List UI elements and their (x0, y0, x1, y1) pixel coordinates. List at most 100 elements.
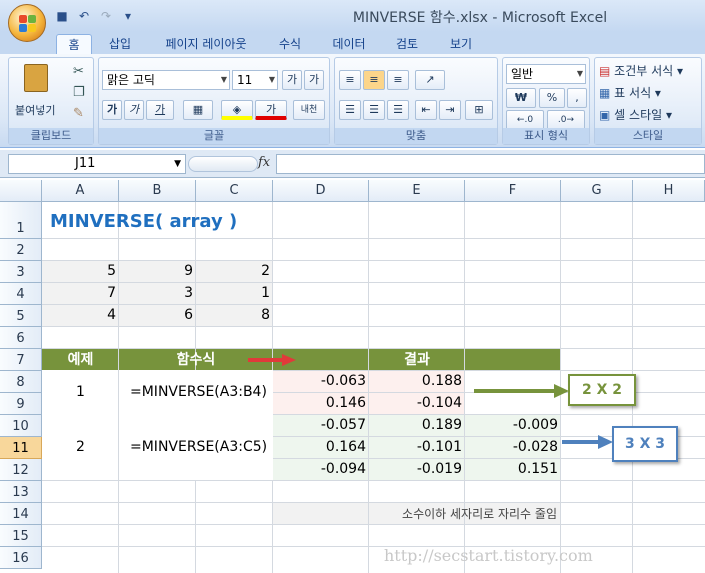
font-size-select[interactable]: 11 ▼ (232, 70, 278, 90)
decrease-indent-button[interactable]: ⇤ (415, 100, 437, 120)
cell-d9[interactable]: 0.146 (273, 392, 369, 414)
row-header-10[interactable]: 10 (0, 415, 42, 437)
cell-e9[interactable]: -0.104 (369, 392, 465, 414)
percent-button[interactable]: % (539, 88, 565, 108)
note-text[interactable]: 소수이하 세자리로 자리수 줄임 (273, 502, 557, 524)
cell-f11[interactable]: -0.028 (465, 436, 561, 458)
align-center-button[interactable]: ☰ (363, 100, 385, 120)
save-icon[interactable]: ■ (54, 8, 70, 24)
column-header-h[interactable]: H (633, 180, 705, 202)
header-result[interactable]: 결과 (273, 348, 561, 370)
row-header-15[interactable]: 15 (0, 525, 42, 547)
row-header-13[interactable]: 13 (0, 481, 42, 503)
cell-b3[interactable]: 9 (119, 260, 196, 282)
row-header-5[interactable]: 5 (0, 305, 42, 327)
paste-button[interactable]: 붙여넣기 (15, 62, 57, 120)
column-header-f[interactable]: F (465, 180, 561, 202)
increase-decimal-button[interactable]: ←.0 (506, 110, 544, 130)
format-as-table-button[interactable]: ▦ 표 서식 ▾ (599, 84, 699, 102)
row-header-14[interactable]: 14 (0, 503, 42, 525)
sheet-title[interactable]: MINVERSE( array ) (50, 204, 237, 238)
comma-button[interactable]: , (567, 88, 587, 108)
align-left-button[interactable]: ☰ (339, 100, 361, 120)
cell-d11[interactable]: 0.164 (273, 436, 369, 458)
copy-icon[interactable]: ❐ (73, 85, 85, 100)
tab-home[interactable]: 홈 (56, 34, 92, 54)
cut-icon[interactable]: ✂ (73, 64, 84, 79)
font-color-button[interactable]: 가 (255, 100, 287, 120)
formula-input[interactable] (276, 154, 705, 174)
column-header-a[interactable]: A (42, 180, 119, 202)
cell-a4[interactable]: 7 (42, 282, 119, 304)
merge-center-button[interactable]: ⊞ (465, 100, 493, 120)
cell-d10[interactable]: -0.057 (273, 414, 369, 436)
cell-c5[interactable]: 8 (196, 304, 273, 326)
row-header-2[interactable]: 2 (0, 239, 42, 261)
cell-f10[interactable]: -0.009 (465, 414, 561, 436)
cell-b4[interactable]: 3 (119, 282, 196, 304)
column-header-c[interactable]: C (196, 180, 273, 202)
cell-d12[interactable]: -0.094 (273, 458, 369, 480)
conditional-format-button[interactable]: ▤ 조건부 서식 ▾ (599, 62, 699, 80)
cell-c3[interactable]: 2 (196, 260, 273, 282)
font-name-select[interactable]: 맑은 고딕 ▼ (102, 70, 230, 90)
example2-number[interactable]: 2 (42, 414, 119, 480)
border-button[interactable]: ▦ (183, 100, 213, 120)
cell-styles-button[interactable]: ▣ 셀 스타일 ▾ (599, 106, 699, 124)
select-all-corner[interactable] (0, 180, 42, 202)
customize-toolbar-icon[interactable]: ▾ (120, 8, 136, 24)
row-header-9[interactable]: 9 (0, 393, 42, 415)
column-header-d[interactable]: D (273, 180, 369, 202)
format-painter-icon[interactable]: ✎ (73, 106, 84, 121)
name-box[interactable]: J11 ▼ (8, 154, 186, 174)
cell-e8[interactable]: 0.188 (369, 370, 465, 392)
phonetic-button[interactable]: 내천 (293, 100, 325, 120)
callout-2x2[interactable]: 2 X 2 (568, 374, 636, 406)
tab-formulas[interactable]: 수식 (270, 34, 310, 54)
column-header-b[interactable]: B (119, 180, 196, 202)
column-header-e[interactable]: E (369, 180, 465, 202)
column-header-g[interactable]: G (561, 180, 633, 202)
row-header-12[interactable]: 12 (0, 459, 42, 481)
cell-d8[interactable]: -0.063 (273, 370, 369, 392)
example2-formula[interactable]: =MINVERSE(A3:C5) (130, 414, 273, 480)
grow-font-button[interactable]: 가 (282, 70, 302, 90)
cell-e11[interactable]: -0.101 (369, 436, 465, 458)
italic-button[interactable]: 가 (124, 100, 144, 120)
cell-e12[interactable]: -0.019 (369, 458, 465, 480)
tab-review[interactable]: 검토 (386, 34, 428, 54)
orientation-button[interactable]: ↗ (415, 70, 445, 90)
row-header-3[interactable]: 3 (0, 261, 42, 283)
row-header-8[interactable]: 8 (0, 371, 42, 393)
row-header-11[interactable]: 11 (0, 437, 42, 459)
formula-expand-handle[interactable] (188, 156, 258, 172)
cell-c4[interactable]: 1 (196, 282, 273, 304)
row-header-1[interactable]: 1 (0, 202, 42, 239)
callout-3x3[interactable]: 3 X 3 (612, 426, 678, 462)
align-right-button[interactable]: ☰ (387, 100, 409, 120)
tab-page-layout[interactable]: 페이지 레이아웃 (152, 34, 260, 54)
fill-color-button[interactable]: ◈ (221, 100, 253, 120)
example1-number[interactable]: 1 (42, 370, 119, 414)
tab-data[interactable]: 데이터 (324, 34, 374, 54)
cell-e10[interactable]: 0.189 (369, 414, 465, 436)
row-header-16[interactable]: 16 (0, 547, 42, 569)
cell-b5[interactable]: 6 (119, 304, 196, 326)
cell-a3[interactable]: 5 (42, 260, 119, 282)
row-header-6[interactable]: 6 (0, 327, 42, 349)
decrease-decimal-button[interactable]: .0→ (547, 110, 585, 130)
row-header-4[interactable]: 4 (0, 283, 42, 305)
redo-icon[interactable]: ↷ (98, 8, 114, 24)
align-bottom-button[interactable]: ≡ (387, 70, 409, 90)
increase-indent-button[interactable]: ⇥ (439, 100, 461, 120)
undo-icon[interactable]: ↶ (76, 8, 92, 24)
shrink-font-button[interactable]: 가 (304, 70, 324, 90)
underline-button[interactable]: 가 (146, 100, 174, 120)
currency-button[interactable]: ₩ (506, 88, 536, 108)
insert-function-icon[interactable]: fx (258, 155, 270, 170)
cell-f12[interactable]: 0.151 (465, 458, 561, 480)
office-button[interactable] (8, 4, 46, 42)
cell-a5[interactable]: 4 (42, 304, 119, 326)
row-header-7[interactable]: 7 (0, 349, 42, 371)
align-top-button[interactable]: ≡ (339, 70, 361, 90)
